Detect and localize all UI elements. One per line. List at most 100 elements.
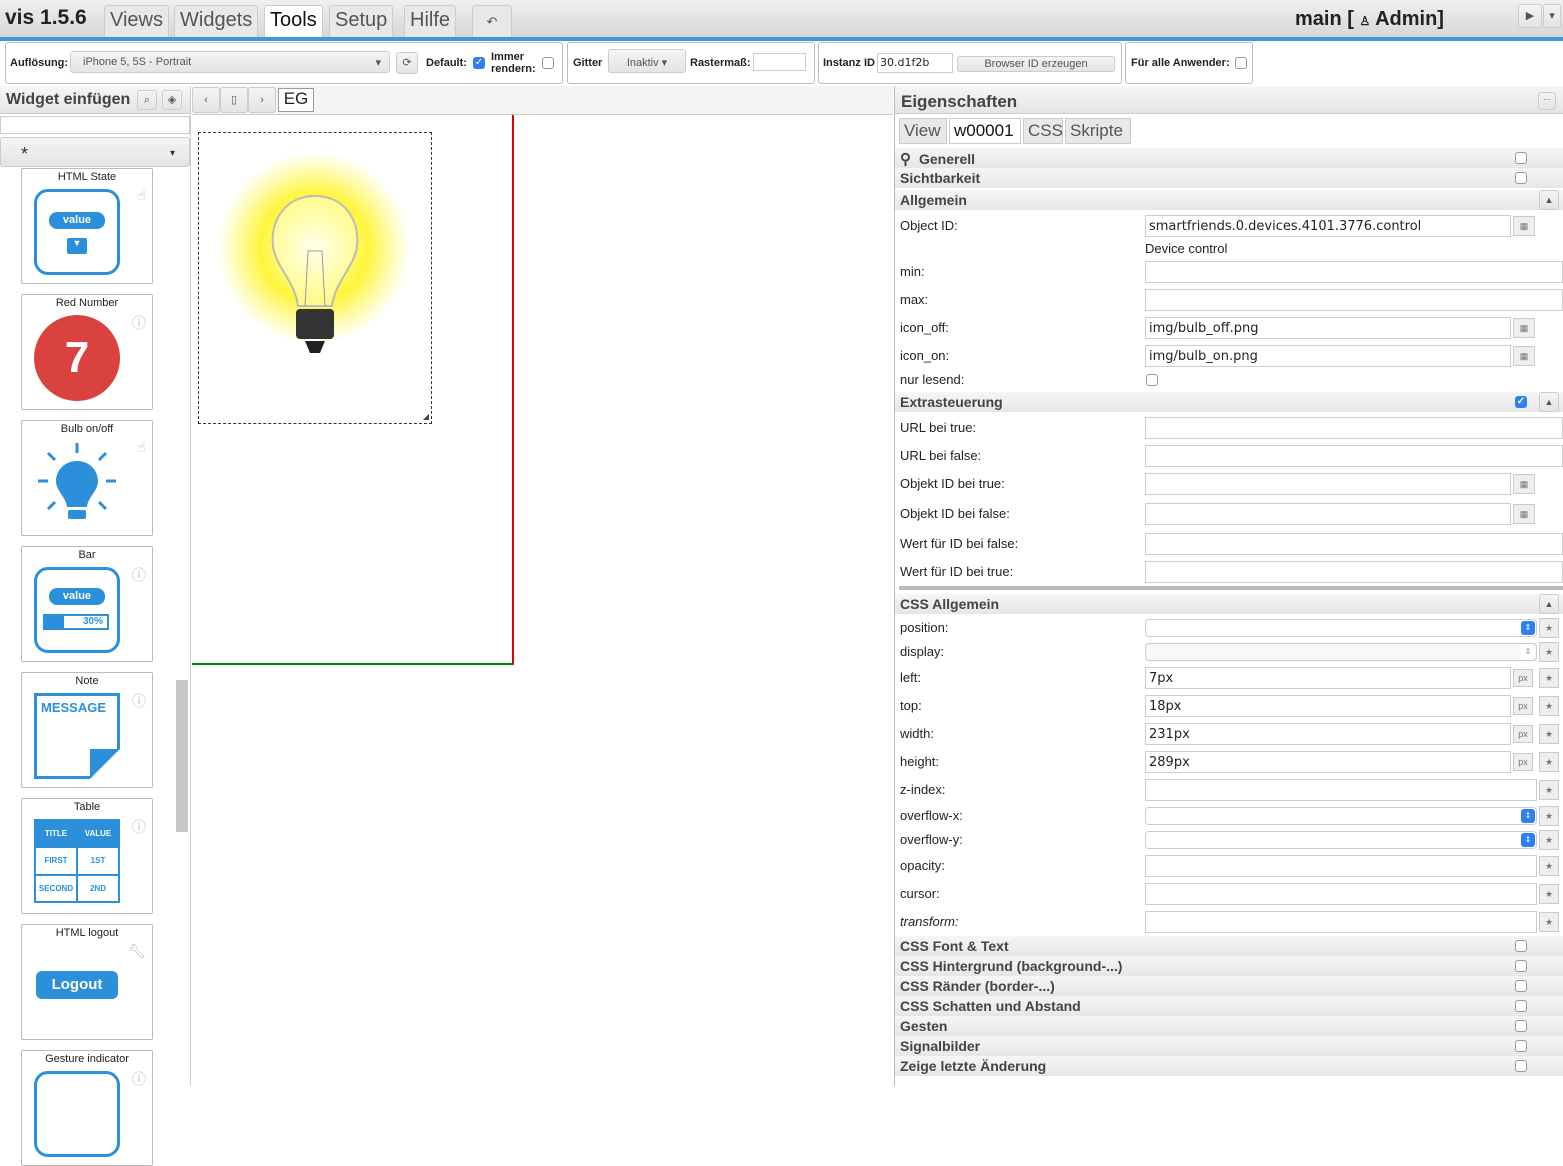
- object-id-input[interactable]: smartfriends.0.devices.4101.3776.control: [1145, 215, 1511, 237]
- tag-icon[interactable]: ◈: [162, 90, 182, 110]
- widget-tile[interactable]: HTML State value ▼ ☝︎: [21, 168, 153, 284]
- tab-next-icon[interactable]: ›: [248, 87, 276, 113]
- bulb-widget[interactable]: ◢: [198, 132, 432, 424]
- val-false-input[interactable]: [1145, 533, 1563, 555]
- top-unit[interactable]: px: [1513, 697, 1533, 715]
- group-css-allgemein[interactable]: CSS Allgemein ▲: [895, 594, 1563, 614]
- top-input[interactable]: 18px: [1145, 695, 1511, 717]
- tab-prev-icon[interactable]: ‹: [192, 87, 220, 113]
- height-unit[interactable]: px: [1513, 753, 1533, 771]
- group-sichtbarkeit[interactable]: Sichtbarkeit: [895, 168, 1563, 188]
- left-star-icon[interactable]: ★: [1539, 668, 1559, 688]
- url-false-input[interactable]: [1145, 445, 1563, 467]
- overflow-y-star-icon[interactable]: ★: [1539, 830, 1559, 850]
- run-button[interactable]: ▶: [1518, 4, 1542, 28]
- group-generell[interactable]: ⚲ Generell: [895, 148, 1563, 168]
- group-css-schatten-und-abstand[interactable]: CSS Schatten und Abstand: [895, 996, 1563, 1016]
- height-input[interactable]: 289px: [1145, 751, 1511, 773]
- tab-css[interactable]: CSS: [1023, 118, 1063, 144]
- default-checkbox[interactable]: ✓: [473, 57, 485, 69]
- resize-handle[interactable]: ◢: [423, 412, 429, 421]
- browser-id-button[interactable]: Browser ID erzeugen: [957, 56, 1115, 72]
- widget-tile[interactable]: Bulb on/off ☝︎: [21, 420, 153, 536]
- opacity-star-icon[interactable]: ★: [1539, 856, 1559, 876]
- left-input[interactable]: 7px: [1145, 667, 1511, 689]
- cursor-input[interactable]: [1145, 883, 1537, 905]
- transform-input[interactable]: [1145, 911, 1537, 933]
- group-css-hintergrund-background-checkbox[interactable]: [1515, 960, 1527, 972]
- overflow-x-star-icon[interactable]: ★: [1539, 806, 1559, 826]
- readonly-checkbox[interactable]: [1146, 374, 1158, 386]
- group-zeige-letzte-nderung-checkbox[interactable]: [1515, 1060, 1527, 1072]
- resolution-select[interactable]: iPhone 5, 5S - Portrait ▾: [70, 51, 390, 73]
- object-id-select-button[interactable]: ▦: [1513, 216, 1535, 236]
- icon-on-select-button[interactable]: ▦: [1513, 346, 1535, 366]
- clipboard-icon[interactable]: ▯: [220, 87, 248, 113]
- scrollbar[interactable]: [176, 680, 188, 832]
- height-star-icon[interactable]: ★: [1539, 752, 1559, 772]
- group-extrasteuerung-collapse-button[interactable]: ▲: [1539, 392, 1559, 412]
- search-icon[interactable]: ⌕: [137, 90, 157, 110]
- group-sichtbarkeit-checkbox[interactable]: [1515, 172, 1527, 184]
- oid-false-input[interactable]: [1145, 503, 1511, 525]
- menu-widgets[interactable]: Widgets: [174, 5, 259, 37]
- group-css-hintergrund-background[interactable]: CSS Hintergrund (background-...): [895, 956, 1563, 976]
- width-input[interactable]: 231px: [1145, 723, 1511, 745]
- z-index-input[interactable]: [1145, 779, 1537, 801]
- always-render-checkbox[interactable]: [542, 57, 554, 69]
- url-true-input[interactable]: [1145, 417, 1563, 439]
- position-star-icon[interactable]: ★: [1539, 618, 1559, 638]
- widget-tile[interactable]: HTML logout Logout 🔧︎: [21, 924, 153, 1040]
- run-dropdown-button[interactable]: ▾: [1543, 4, 1561, 28]
- icon-on-input[interactable]: img/bulb_on.png: [1145, 345, 1511, 367]
- raster-input[interactable]: [753, 53, 806, 71]
- group-allgemein[interactable]: Allgemein ▲: [895, 190, 1563, 210]
- widget-tile[interactable]: Note MESSAGE ⓘ: [21, 672, 153, 788]
- group-css-font-text[interactable]: CSS Font & Text: [895, 936, 1563, 956]
- filter-icon[interactable]: ⚲: [900, 151, 911, 168]
- widget-tile[interactable]: Red Number 7 ⓘ: [21, 294, 153, 410]
- rotate-icon[interactable]: ⟳: [396, 52, 418, 74]
- menu-setup[interactable]: Setup: [329, 5, 394, 37]
- cursor-star-icon[interactable]: ★: [1539, 884, 1559, 904]
- group-extrasteuerung-checkbox[interactable]: ✓: [1515, 396, 1527, 408]
- group-zeige-letzte-nderung[interactable]: Zeige letzte Änderung: [895, 1056, 1563, 1076]
- transform-star-icon[interactable]: ★: [1539, 912, 1559, 932]
- group-allgemein-collapse-button[interactable]: ▲: [1539, 190, 1559, 210]
- left-unit[interactable]: px: [1513, 669, 1533, 687]
- tab-w00001[interactable]: w00001: [949, 118, 1021, 144]
- min-input[interactable]: [1145, 261, 1563, 283]
- widget-tile[interactable]: Gesture indicator ⓘ: [21, 1050, 153, 1166]
- oid-true-select-button[interactable]: ▦: [1513, 474, 1535, 494]
- icon-off-input[interactable]: img/bulb_off.png: [1145, 317, 1511, 339]
- widget-set-select[interactable]: * ▾: [0, 137, 190, 167]
- collapse-button[interactable]: …: [1538, 92, 1556, 110]
- group-css-schatten-und-abstand-checkbox[interactable]: [1515, 1000, 1527, 1012]
- undo-icon[interactable]: ↶: [472, 5, 512, 37]
- width-unit[interactable]: px: [1513, 725, 1533, 743]
- overflow-y-select[interactable]: ⇕: [1145, 831, 1537, 849]
- icon-off-select-button[interactable]: ▦: [1513, 318, 1535, 338]
- group-gesten[interactable]: Gesten: [895, 1016, 1563, 1036]
- group-css-font-text-checkbox[interactable]: [1515, 940, 1527, 952]
- max-input[interactable]: [1145, 289, 1563, 311]
- all-users-checkbox[interactable]: [1235, 57, 1247, 69]
- group-generell-checkbox[interactable]: [1515, 152, 1527, 164]
- group-signalbilder[interactable]: Signalbilder: [895, 1036, 1563, 1056]
- display-star-icon[interactable]: ★: [1539, 642, 1559, 662]
- width-star-icon[interactable]: ★: [1539, 724, 1559, 744]
- tab-view[interactable]: View: [899, 118, 947, 144]
- menu-views[interactable]: Views: [104, 5, 169, 37]
- top-star-icon[interactable]: ★: [1539, 696, 1559, 716]
- widget-tile[interactable]: Table TITLE VALUE FIRST 1ST SECOND 2ND ⓘ: [21, 798, 153, 914]
- z-index-star-icon[interactable]: ★: [1539, 780, 1559, 800]
- group-css-r-nder-border[interactable]: CSS Ränder (border-...): [895, 976, 1563, 996]
- val-true-input[interactable]: [1145, 561, 1563, 583]
- group-css-r-nder-border-checkbox[interactable]: [1515, 980, 1527, 992]
- group-gesten-checkbox[interactable]: [1515, 1020, 1527, 1032]
- oid-true-input[interactable]: [1145, 473, 1511, 495]
- oid-false-select-button[interactable]: ▦: [1513, 504, 1535, 524]
- group-signalbilder-checkbox[interactable]: [1515, 1040, 1527, 1052]
- overflow-x-select[interactable]: ⇕: [1145, 807, 1537, 825]
- display-select[interactable]: ⇕: [1145, 643, 1537, 661]
